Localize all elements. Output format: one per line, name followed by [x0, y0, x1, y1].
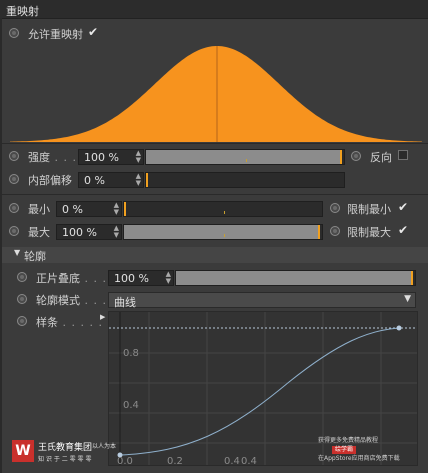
- contour-mode-row: 轮廓模式 . . . 曲线 ▼: [0, 289, 428, 311]
- animate-bullet-icon[interactable]: [17, 294, 27, 304]
- max-row: 最大 100 % ▲ ▼ 限制最大 ✔: [0, 221, 428, 243]
- stepper-icon[interactable]: ▲ ▼: [136, 173, 141, 187]
- brand-small: 以人为本: [92, 443, 117, 450]
- overlay-row: 正片叠底 . . . 100 % ▲ ▼: [0, 267, 428, 289]
- animate-bullet-icon[interactable]: [17, 316, 27, 326]
- max-label: 最大: [28, 226, 50, 239]
- spline-label: 样条 . . . . .: [36, 316, 103, 329]
- brand-logo-icon: W: [12, 440, 34, 462]
- slider-tick: [246, 159, 247, 162]
- remap-curve-preview: [10, 46, 422, 142]
- brand-name: 王氏教育集团: [38, 443, 93, 453]
- overlay-value: 100 %: [114, 272, 149, 285]
- animate-bullet-icon[interactable]: [9, 203, 19, 213]
- min-label: 最小: [28, 203, 50, 216]
- max-slider[interactable]: [123, 224, 323, 240]
- contour-mode-dropdown[interactable]: 曲线 ▼: [108, 292, 416, 309]
- app-line1: 获得更多免费精品教程: [318, 437, 379, 444]
- collapse-triangle-icon[interactable]: ▼: [14, 248, 20, 257]
- animate-bullet-icon[interactable]: [330, 226, 340, 236]
- left-border: [0, 18, 2, 473]
- strength-row: 强度 . . . . 100 % ▲ ▼ 反向: [0, 146, 428, 168]
- inner-offset-slider[interactable]: [145, 172, 345, 188]
- slider-handle[interactable]: [411, 271, 413, 285]
- max-value: 100 %: [62, 226, 97, 239]
- x-tick-label: 0.2: [167, 456, 183, 466]
- overlay-field[interactable]: 100 % ▲ ▼: [108, 270, 174, 286]
- app-line2: 在AppStore应用商店免费下载: [318, 455, 400, 462]
- spline-curve: [119, 327, 400, 456]
- remap-curve-shape: [10, 46, 422, 142]
- app-watermark: 获得更多免费精品教程 绘学霸 在AppStore应用商店免费下载: [318, 437, 418, 463]
- panel-title: 重映射: [6, 5, 39, 18]
- inner-offset-row: 内部偏移 0 % ▲ ▼: [0, 169, 428, 191]
- x-tick-label: 0.4: [241, 456, 257, 466]
- chevron-down-icon: ▼: [404, 294, 411, 304]
- animate-bullet-icon[interactable]: [17, 272, 27, 282]
- x-tick-label: 0.0: [117, 456, 133, 466]
- slider-handle[interactable]: [124, 202, 126, 216]
- strength-slider[interactable]: [145, 149, 345, 165]
- clamp-min-checkmark-icon[interactable]: ✔: [398, 200, 408, 214]
- enable-remap-checkmark-icon[interactable]: ✔: [88, 25, 98, 39]
- animate-bullet-icon[interactable]: [330, 203, 340, 213]
- inner-offset-field[interactable]: 0 % ▲ ▼: [78, 172, 144, 188]
- enable-remap-label: 允许重映射: [28, 28, 83, 41]
- y-tick-label: 0.8: [123, 348, 139, 359]
- contour-group-header[interactable]: ▼ 轮廓: [2, 247, 428, 263]
- slider-fill: [124, 225, 320, 239]
- separator: [2, 143, 428, 144]
- invert-checkbox[interactable]: [398, 150, 408, 160]
- min-row: 最小 0 % ▲ ▼ 限制最小 ✔: [0, 198, 428, 220]
- clamp-min-label: 限制最小: [347, 203, 391, 216]
- contour-mode-value: 曲线: [114, 296, 136, 309]
- inner-offset-label: 内部偏移: [28, 174, 72, 187]
- inner-offset-value: 0 %: [84, 174, 105, 187]
- enable-remap-row: 允许重映射 ✔: [0, 22, 428, 44]
- slider-handle[interactable]: [318, 225, 320, 239]
- app-badge: 绘学霸: [332, 446, 357, 454]
- stepper-icon[interactable]: ▲ ▼: [114, 202, 119, 216]
- x-tick-label: 0.4: [224, 456, 240, 466]
- slider-handle[interactable]: [340, 150, 342, 164]
- min-value: 0 %: [62, 203, 83, 216]
- slider-handle[interactable]: [146, 173, 148, 187]
- stepper-icon[interactable]: ▲ ▼: [114, 225, 119, 239]
- y-tick-label: 0.4: [123, 400, 139, 411]
- stepper-icon[interactable]: ▲ ▼: [166, 271, 171, 285]
- expand-triangle-icon[interactable]: ▶: [100, 313, 105, 321]
- overlay-label: 正片叠底 . . .: [36, 272, 107, 285]
- overlay-slider[interactable]: [175, 270, 416, 286]
- animate-bullet-icon[interactable]: [9, 151, 19, 161]
- slider-fill: [176, 271, 413, 285]
- strength-field[interactable]: 100 % ▲ ▼: [78, 149, 144, 165]
- clamp-max-label: 限制最大: [347, 226, 391, 239]
- animate-bullet-icon[interactable]: [9, 174, 19, 184]
- separator: [2, 194, 428, 195]
- contour-mode-label: 轮廓模式 . . .: [36, 294, 107, 307]
- animate-bullet-icon[interactable]: [9, 226, 19, 236]
- min-slider[interactable]: [123, 201, 323, 217]
- animate-bullet-icon[interactable]: [351, 151, 361, 161]
- stepper-icon[interactable]: ▲ ▼: [136, 150, 141, 164]
- invert-label: 反向: [370, 151, 392, 164]
- contour-group-label: 轮廓: [24, 250, 46, 263]
- slider-tick: [224, 234, 225, 237]
- panel-header: 重映射: [0, 0, 428, 19]
- clamp-max-checkmark-icon[interactable]: ✔: [398, 223, 408, 237]
- animate-bullet-icon[interactable]: [9, 28, 19, 38]
- slider-fill: [146, 150, 342, 164]
- spline-point-end[interactable]: [396, 325, 402, 331]
- min-field[interactable]: 0 % ▲ ▼: [56, 201, 122, 217]
- strength-value: 100 %: [84, 151, 119, 164]
- slider-tick: [224, 211, 225, 214]
- max-field[interactable]: 100 % ▲ ▼: [56, 224, 122, 240]
- brand-slogan: 知 识 于 二 零 零 零: [38, 456, 92, 463]
